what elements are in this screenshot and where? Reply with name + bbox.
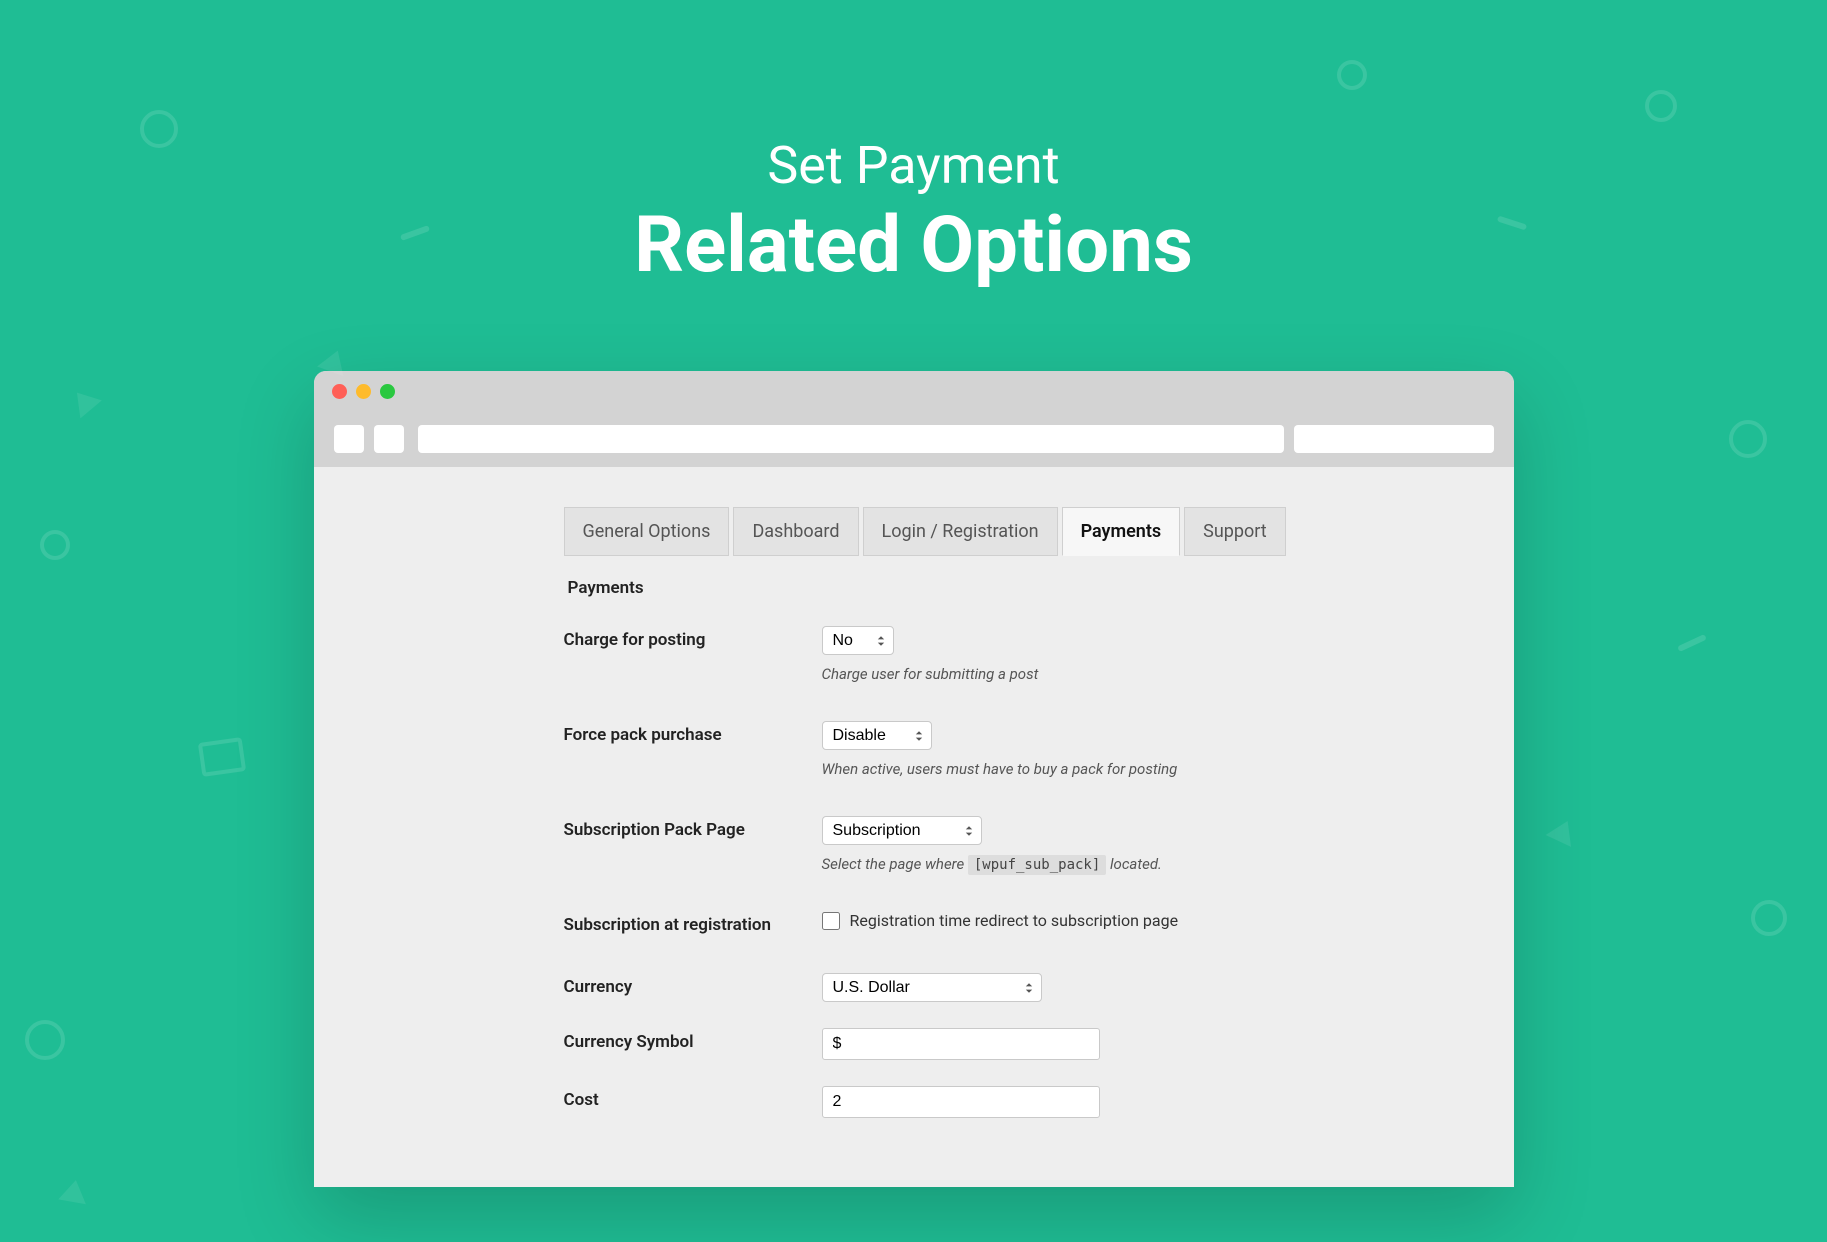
tab-support[interactable]: Support	[1184, 507, 1286, 556]
select-force-pack-purchase[interactable]: Disable	[822, 721, 932, 750]
label-subscription-at-registration: Subscription at registration	[564, 911, 822, 935]
toolbar-button-2[interactable]	[374, 425, 404, 453]
maximize-icon[interactable]	[380, 384, 395, 399]
row-subscription-pack-page: Subscription Pack Page Subscription Sele…	[564, 816, 1514, 873]
label-cost: Cost	[564, 1086, 822, 1110]
tab-login-registration[interactable]: Login / Registration	[863, 507, 1058, 556]
help-charge-for-posting: Charge user for submitting a post	[822, 665, 1514, 683]
tab-general-options[interactable]: General Options	[564, 507, 730, 556]
row-currency: Currency U.S. Dollar	[564, 973, 1514, 1002]
row-force-pack-purchase: Force pack purchase Disable When active,…	[564, 721, 1514, 778]
toolbar-right-field[interactable]	[1294, 425, 1494, 453]
select-subscription-pack-page[interactable]: Subscription	[822, 816, 982, 845]
help-subscription-pack-page: Select the page where [wpuf_sub_pack] lo…	[822, 855, 1514, 873]
toolbar-button-1[interactable]	[334, 425, 364, 453]
hero-title: Related Options	[0, 201, 1827, 291]
label-currency-symbol: Currency Symbol	[564, 1028, 822, 1052]
hero-subtitle: Set Payment	[0, 135, 1827, 197]
row-charge-for-posting: Charge for posting No Charge user for su…	[564, 626, 1514, 683]
browser-toolbar	[314, 411, 1514, 467]
label-force-pack-purchase: Force pack purchase	[564, 721, 822, 745]
address-bar[interactable]	[418, 425, 1284, 453]
label-currency: Currency	[564, 973, 822, 997]
label-charge-for-posting: Charge for posting	[564, 626, 822, 650]
settings-tabs: General Options Dashboard Login / Regist…	[564, 507, 1514, 556]
browser-window: General Options Dashboard Login / Regist…	[314, 371, 1514, 1187]
shortcode-sub-pack: [wpuf_sub_pack]	[968, 855, 1106, 875]
input-cost[interactable]	[822, 1086, 1100, 1118]
section-title: Payments	[568, 578, 1514, 598]
input-currency-symbol[interactable]	[822, 1028, 1100, 1060]
minimize-icon[interactable]	[356, 384, 371, 399]
hero-header: Set Payment Related Options	[0, 0, 1827, 291]
checkbox-subscription-at-registration[interactable]	[822, 912, 840, 930]
tab-dashboard[interactable]: Dashboard	[733, 507, 858, 556]
settings-viewport: General Options Dashboard Login / Regist…	[314, 467, 1514, 1187]
row-subscription-at-registration: Subscription at registration Registratio…	[564, 911, 1514, 935]
close-icon[interactable]	[332, 384, 347, 399]
row-cost: Cost	[564, 1086, 1514, 1118]
label-subscription-pack-page: Subscription Pack Page	[564, 816, 822, 840]
checkbox-label-subscription-at-registration: Registration time redirect to subscripti…	[850, 911, 1179, 930]
select-charge-for-posting[interactable]: No	[822, 626, 894, 655]
select-currency[interactable]: U.S. Dollar	[822, 973, 1042, 1002]
window-titlebar	[314, 371, 1514, 411]
help-force-pack-purchase: When active, users must have to buy a pa…	[822, 760, 1514, 778]
tab-payments[interactable]: Payments	[1062, 507, 1181, 556]
row-currency-symbol: Currency Symbol	[564, 1028, 1514, 1060]
